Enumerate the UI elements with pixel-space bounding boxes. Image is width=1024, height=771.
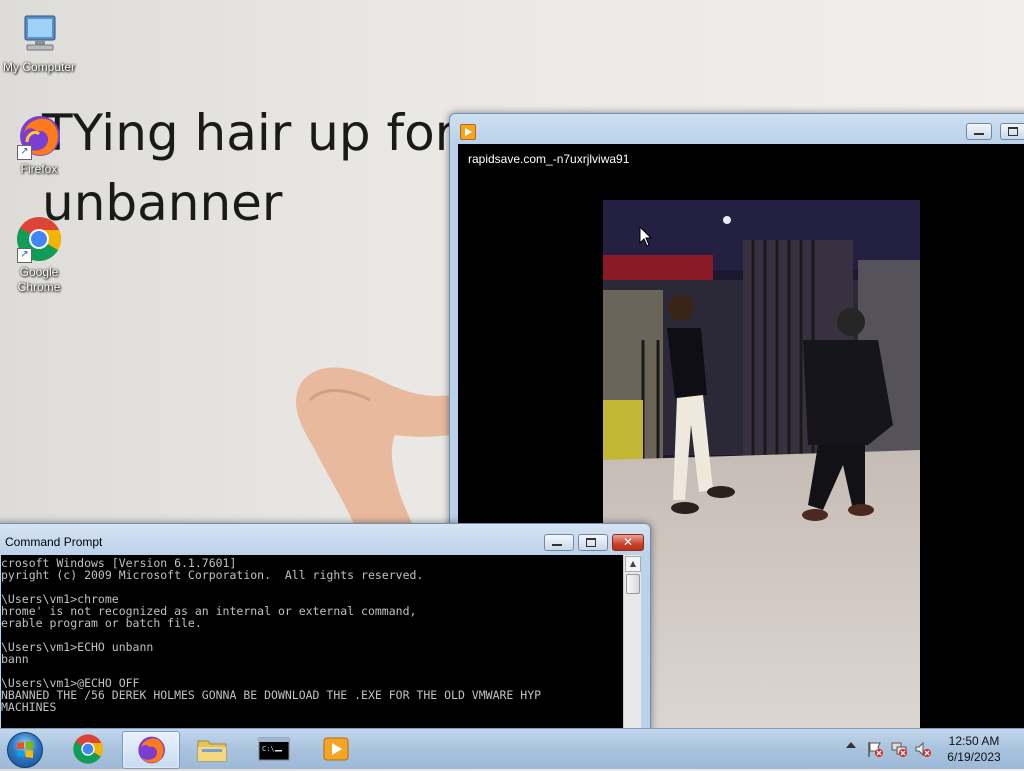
command-prompt-window[interactable]: Command Prompt ✕ crosoft Windows [Versio… bbox=[0, 523, 651, 728]
taskbar-item-media-player[interactable] bbox=[308, 731, 364, 767]
chrome-icon bbox=[73, 734, 103, 764]
desktop-icon-label: My Computer bbox=[2, 60, 76, 74]
desktop-icon-firefox[interactable]: ↗ Firefox bbox=[0, 112, 78, 177]
clock-time: 12:50 AM bbox=[948, 734, 1000, 748]
media-player-icon bbox=[323, 737, 349, 761]
scrollbar-thumb[interactable] bbox=[626, 574, 640, 594]
windows-logo-icon bbox=[7, 732, 43, 768]
desktop: TYing hair up for unbanner My Computer ↗ bbox=[0, 0, 1024, 728]
firefox-icon: ↗ bbox=[15, 112, 63, 160]
scroll-up-arrow-icon[interactable]: ▲ bbox=[625, 556, 641, 572]
desktop-icon-google-chrome[interactable]: ↗ Google Chrome bbox=[0, 215, 78, 295]
desktop-icon-my-computer[interactable]: My Computer bbox=[0, 10, 78, 75]
folder-icon bbox=[197, 740, 227, 762]
taskbar-clock[interactable]: 12:50 AM 6/19/2023 bbox=[930, 733, 1018, 765]
video-title: rapidsave.com_-n7uxrjlviwa91 bbox=[468, 152, 630, 166]
taskbar-item-explorer[interactable] bbox=[184, 731, 240, 767]
console-output[interactable]: crosoft Windows [Version 6.1.7601] pyrig… bbox=[1, 555, 623, 728]
desktop-icon-label: Firefox bbox=[20, 162, 58, 176]
action-center-flag-icon[interactable] bbox=[866, 740, 884, 758]
shortcut-arrow-icon: ↗ bbox=[17, 248, 32, 263]
taskbar-item-cmd[interactable]: C:\ bbox=[246, 731, 302, 767]
clock-date: 6/19/2023 bbox=[947, 750, 1001, 764]
console-scrollbar[interactable]: ▲ bbox=[623, 555, 641, 728]
wallpaper-title-line-1: TYing hair up for bbox=[42, 104, 456, 162]
computer-icon bbox=[15, 10, 63, 58]
chrome-icon: ↗ bbox=[15, 215, 63, 263]
media-player-icon bbox=[460, 124, 476, 140]
firefox-icon bbox=[138, 736, 165, 764]
terminal-icon: C:\ bbox=[258, 737, 290, 761]
svg-text:C:\: C:\ bbox=[262, 745, 275, 753]
shortcut-arrow-icon: ↗ bbox=[17, 145, 32, 160]
maximize-button[interactable] bbox=[578, 534, 608, 551]
minimize-button[interactable] bbox=[544, 534, 574, 551]
desktop-icon-label: Google Chrome bbox=[17, 265, 61, 294]
network-icon[interactable] bbox=[890, 740, 908, 758]
wallpaper-title: TYing hair up for unbanner bbox=[42, 98, 455, 238]
close-button[interactable]: ✕ bbox=[612, 534, 644, 551]
taskbar: C:\ 12:50 AM 6/19/2023 bbox=[0, 728, 1024, 769]
wallpaper-title-line-2: unbanner bbox=[42, 174, 283, 232]
taskbar-item-chrome[interactable] bbox=[60, 731, 116, 767]
command-prompt-title: Command Prompt bbox=[5, 535, 103, 549]
minimize-button[interactable] bbox=[966, 123, 992, 140]
mouse-cursor-icon bbox=[639, 226, 653, 247]
start-button[interactable] bbox=[4, 731, 46, 768]
media-player-titlebar[interactable] bbox=[450, 114, 1024, 144]
maximize-button[interactable] bbox=[1000, 123, 1024, 140]
show-hidden-icons-icon[interactable] bbox=[846, 742, 856, 748]
taskbar-item-firefox[interactable] bbox=[122, 731, 180, 769]
console-text: crosoft Windows [Version 6.1.7601] pyrig… bbox=[1, 556, 542, 714]
